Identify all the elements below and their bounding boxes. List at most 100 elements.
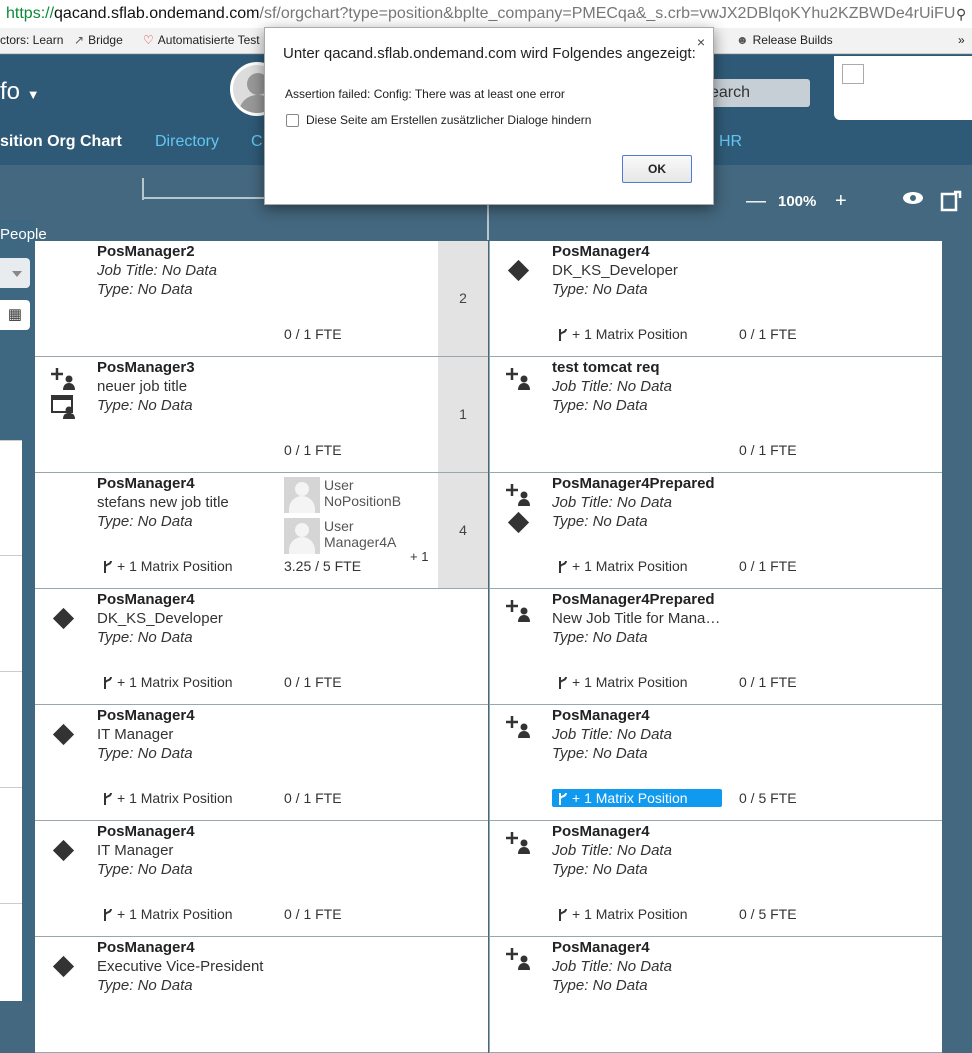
ok-button[interactable]: OK xyxy=(622,155,692,183)
tab-c[interactable]: C xyxy=(251,133,263,151)
position-name[interactable]: PosManager4 xyxy=(552,243,650,260)
add-person-icon[interactable] xyxy=(506,714,532,740)
position-name[interactable]: PosManager4 xyxy=(97,591,195,608)
direct-reports-count[interactable]: 1 xyxy=(438,357,488,472)
zoom-indicator-icon[interactable]: ⚲ xyxy=(956,0,970,28)
tab-hr[interactable]: HR xyxy=(719,133,742,151)
fte-value: 3.25 / 5 FTE xyxy=(284,558,362,574)
incumbent-name: User NoPositionB xyxy=(324,477,402,509)
position-type: Type: No Data xyxy=(552,745,648,762)
position-card[interactable]: test tomcat req Job Title: No Data Type: N… xyxy=(489,357,942,473)
position-type: Type: No Data xyxy=(97,397,193,414)
calendar-icon[interactable]: ▦ xyxy=(0,300,30,330)
job-title: Job Title: No Data xyxy=(552,494,672,511)
matrix-position-link[interactable]: + 1 Matrix Position xyxy=(552,789,722,807)
position-name[interactable]: PosManager4 xyxy=(552,823,650,840)
add-person-icon[interactable] xyxy=(506,366,532,392)
matrix-position-link[interactable]: + 1 Matrix Position xyxy=(552,325,692,343)
matrix-icon xyxy=(103,906,117,922)
close-icon[interactable]: × xyxy=(697,34,705,50)
zoom-in-icon[interactable]: + xyxy=(835,190,847,213)
position-card[interactable]: PosManager4 Executive Vice-President Type:… xyxy=(35,937,488,1053)
position-card[interactable]: PosManager4 Job Title: No Data Type: No Da… xyxy=(489,705,942,821)
position-type: Type: No Data xyxy=(552,861,648,878)
app-title-menu[interactable]: fo ▼ xyxy=(0,78,40,106)
position-card[interactable]: PosManager4 IT Manager Type: No Data + 1 Ma… xyxy=(35,821,488,937)
fte-value: 0 / 1 FTE xyxy=(739,674,797,690)
incumbent[interactable]: User NoPositionB xyxy=(284,475,404,515)
position-type: Type: No Data xyxy=(97,629,193,646)
position-name[interactable]: PosManager2 xyxy=(97,243,195,260)
position-card[interactable]: PosManager4Prepared Job Title: No Data Typ… xyxy=(489,473,942,589)
eye-icon[interactable] xyxy=(902,189,924,212)
chevron-down-icon xyxy=(12,271,22,277)
position-name[interactable]: PosManager4 xyxy=(552,939,650,956)
incumbent[interactable]: User Manager4A xyxy=(284,516,404,556)
position-type: Type: No Data xyxy=(97,977,193,994)
add-person-icon[interactable] xyxy=(506,830,532,856)
tab-directory[interactable]: Directory xyxy=(155,133,219,151)
position-card[interactable]: PosManager4Prepared New Job Title for Man… xyxy=(489,589,942,705)
position-name[interactable]: PosManager4 xyxy=(97,707,195,724)
add-person-icon[interactable] xyxy=(506,946,532,972)
position-name[interactable]: PosManager3 xyxy=(97,359,195,376)
position-name[interactable]: PosManager4 xyxy=(552,707,650,724)
position-card[interactable]: PosManager4 Job Title: No Data Type: No Da… xyxy=(489,821,942,937)
fte-value: 0 / 1 FTE xyxy=(284,790,342,806)
matrix-position-label: + 1 Matrix Position xyxy=(117,790,233,806)
matrix-position-link[interactable]: + 1 Matrix Position xyxy=(552,673,692,691)
add-person-icon[interactable] xyxy=(51,366,77,392)
calendar-person-icon[interactable] xyxy=(51,393,77,419)
more-bookmarks-icon[interactable]: » xyxy=(958,28,965,52)
more-incumbents[interactable]: + 1 xyxy=(410,549,428,564)
bookmark-label: Release Builds xyxy=(752,33,833,47)
position-card[interactable]: PosManager4 IT Manager Type: No Data + 1 Ma… xyxy=(35,705,488,821)
position-card[interactable]: PosManager4 DK_KS_Developer Type: No Data +… xyxy=(35,589,488,705)
position-name[interactable]: PosManager4Prepared xyxy=(552,591,715,608)
position-type: Type: No Data xyxy=(97,861,193,878)
bookmark-item[interactable]: ↗ Bridge xyxy=(74,28,123,52)
fte-value: 0 / 5 FTE xyxy=(739,906,797,922)
position-name[interactable]: PosManager4 xyxy=(97,475,195,492)
position-card[interactable]: PosManager4 Job Title: No Data Type: No Da… xyxy=(489,937,942,1053)
matrix-position-link[interactable]: + 1 Matrix Position xyxy=(97,557,237,575)
people-select[interactable] xyxy=(0,258,30,288)
position-card[interactable]: 4 PosManager4 stefans new job title Type: N… xyxy=(35,473,488,589)
address-bar[interactable]: https://qacand.sflab.ondemand.com/sf/org… xyxy=(0,0,972,28)
position-name[interactable]: PosManager4 xyxy=(97,823,195,840)
matrix-position-link[interactable]: + 1 Matrix Position xyxy=(97,789,237,807)
add-person-icon[interactable] xyxy=(506,482,532,508)
zoom-out-icon[interactable]: — xyxy=(746,190,766,213)
export-icon[interactable] xyxy=(940,190,962,218)
position-name[interactable]: PosManager4 xyxy=(97,939,195,956)
bookmark-item[interactable]: ☻ Release Builds xyxy=(736,28,833,52)
divider xyxy=(487,205,489,240)
matrix-icon xyxy=(558,558,572,574)
bookmark-item[interactable]: ctors: Learn xyxy=(0,28,63,52)
tab-position-org-chart[interactable]: sition Org Chart xyxy=(0,133,122,151)
direct-reports-count[interactable]: 4 xyxy=(438,473,488,588)
zoom-level: 100% xyxy=(778,193,817,210)
position-type: Type: No Data xyxy=(552,629,648,646)
position-card[interactable]: 2 PosManager2 Job Title: No Data Type: No D… xyxy=(35,241,488,357)
job-title: Job Title: No Data xyxy=(552,958,672,975)
position-type: Type: No Data xyxy=(97,745,193,762)
broken-image-icon xyxy=(842,64,864,84)
matrix-position-link[interactable]: + 1 Matrix Position xyxy=(97,673,237,691)
matrix-position-label: + 1 Matrix Position xyxy=(572,674,688,690)
suppress-dialogs-checkbox[interactable] xyxy=(286,114,299,127)
position-name[interactable]: PosManager4Prepared xyxy=(552,475,715,492)
position-card[interactable]: 1 PosManager3 neuer job title Type: No Data… xyxy=(35,357,488,473)
bookmark-item[interactable]: ♡ Automatisierte Test xyxy=(143,28,260,52)
add-person-icon[interactable] xyxy=(506,598,532,624)
matrix-icon xyxy=(558,674,572,690)
url-host: qacand.sflab.ondemand.com xyxy=(54,5,260,22)
matrix-position-link[interactable]: + 1 Matrix Position xyxy=(97,905,237,923)
position-name[interactable]: test tomcat req xyxy=(552,359,660,376)
fte-value: 0 / 1 FTE xyxy=(739,326,797,342)
direct-reports-count[interactable]: 2 xyxy=(438,241,488,356)
position-card[interactable]: PosManager4 DK_KS_Developer Type: No Data +… xyxy=(489,241,942,357)
matrix-position-link[interactable]: + 1 Matrix Position xyxy=(552,905,692,923)
position-type: Type: No Data xyxy=(97,513,193,530)
matrix-position-link[interactable]: + 1 Matrix Position xyxy=(552,557,692,575)
